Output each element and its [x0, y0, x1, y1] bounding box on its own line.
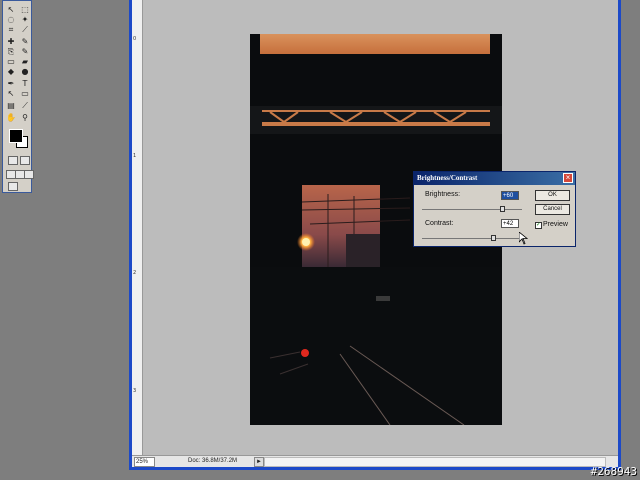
move-tool-icon[interactable]: ↖: [6, 5, 16, 14]
ruler-number: 0: [133, 36, 137, 42]
contrast-slider-thumb[interactable]: [491, 235, 496, 241]
history-brush-tool-icon[interactable]: ✎: [20, 47, 30, 56]
status-bar: 25% Doc: 36.8M/37.2M ►: [132, 455, 618, 467]
gradient-tool-icon[interactable]: ▰: [20, 57, 30, 66]
horizontal-scrollbar[interactable]: [264, 457, 606, 467]
image-id-watermark: #268943: [590, 465, 637, 478]
dialog-title: Brightness/Contrast: [417, 174, 478, 182]
jump-to-imageready-icon[interactable]: [8, 182, 18, 191]
zoom-level-field[interactable]: 25%: [134, 457, 155, 467]
quick-mask-mode-icon[interactable]: [20, 156, 30, 165]
brightness-slider-track[interactable]: [422, 209, 522, 210]
marquee-tool-icon[interactable]: ⬚: [20, 5, 30, 14]
brightness-field[interactable]: +60: [501, 191, 519, 200]
eyedropper-tool-icon[interactable]: ⟋: [20, 101, 30, 110]
ruler-number: 3: [133, 388, 137, 394]
preview-checkbox[interactable]: ✓: [535, 222, 542, 229]
document-size-readout: Doc: 36.8M/37.2M: [188, 458, 238, 464]
preview-label: Preview: [543, 221, 568, 228]
cancel-button[interactable]: Cancel: [535, 204, 570, 215]
contrast-slider-track[interactable]: [422, 238, 522, 239]
vertical-ruler: 0 1 2 3: [132, 0, 143, 457]
eraser-tool-icon[interactable]: ▭: [6, 57, 16, 66]
brightness-contrast-dialog: Brightness/Contrast × Brightness: +60 Co…: [413, 171, 576, 247]
slice-tool-icon[interactable]: ⟋: [20, 25, 30, 34]
zoom-tool-icon[interactable]: ⚲: [20, 113, 30, 122]
shape-tool-icon[interactable]: ▭: [20, 89, 30, 98]
clone-stamp-tool-icon[interactable]: ⎘: [6, 47, 16, 56]
healing-brush-tool-icon[interactable]: ✚: [6, 37, 16, 46]
dodge-tool-icon[interactable]: ●: [20, 67, 30, 76]
close-icon[interactable]: ×: [563, 173, 573, 183]
blur-tool-icon[interactable]: ◆: [6, 67, 16, 76]
lasso-tool-icon[interactable]: ◌: [6, 15, 16, 24]
tools-palette: ↖ ⬚ ◌ ✦ ⌗ ⟋ ✚ ✎ ⎘ ✎ ▭ ▰ ◆ ● ✒ T ↖ ▭ ▤ ⟋ …: [2, 0, 34, 193]
mouse-pointer-icon: [519, 232, 528, 245]
notes-tool-icon[interactable]: ▤: [6, 101, 16, 110]
standard-mode-icon[interactable]: [8, 156, 18, 165]
ok-button[interactable]: OK: [535, 190, 570, 201]
contrast-label: Contrast:: [425, 220, 454, 227]
dialog-titlebar[interactable]: Brightness/Contrast ×: [414, 172, 575, 185]
status-menu-arrow-icon[interactable]: ►: [254, 457, 264, 467]
crop-tool-icon[interactable]: ⌗: [6, 25, 16, 34]
foreground-color-swatch[interactable]: [9, 129, 23, 143]
brush-tool-icon[interactable]: ✎: [20, 37, 30, 46]
pen-tool-icon[interactable]: ✒: [6, 79, 16, 88]
hand-tool-icon[interactable]: ✋: [6, 113, 16, 122]
path-selection-tool-icon[interactable]: ↖: [6, 89, 16, 98]
screen-mode-full-icon[interactable]: [24, 170, 34, 179]
type-tool-icon[interactable]: T: [20, 79, 30, 88]
brightness-slider-thumb[interactable]: [500, 206, 505, 212]
contrast-field[interactable]: +42: [501, 219, 519, 228]
ruler-number: 1: [133, 153, 137, 159]
brightness-label: Brightness:: [425, 191, 461, 198]
magic-wand-tool-icon[interactable]: ✦: [20, 15, 30, 24]
ruler-number: 2: [133, 270, 137, 276]
